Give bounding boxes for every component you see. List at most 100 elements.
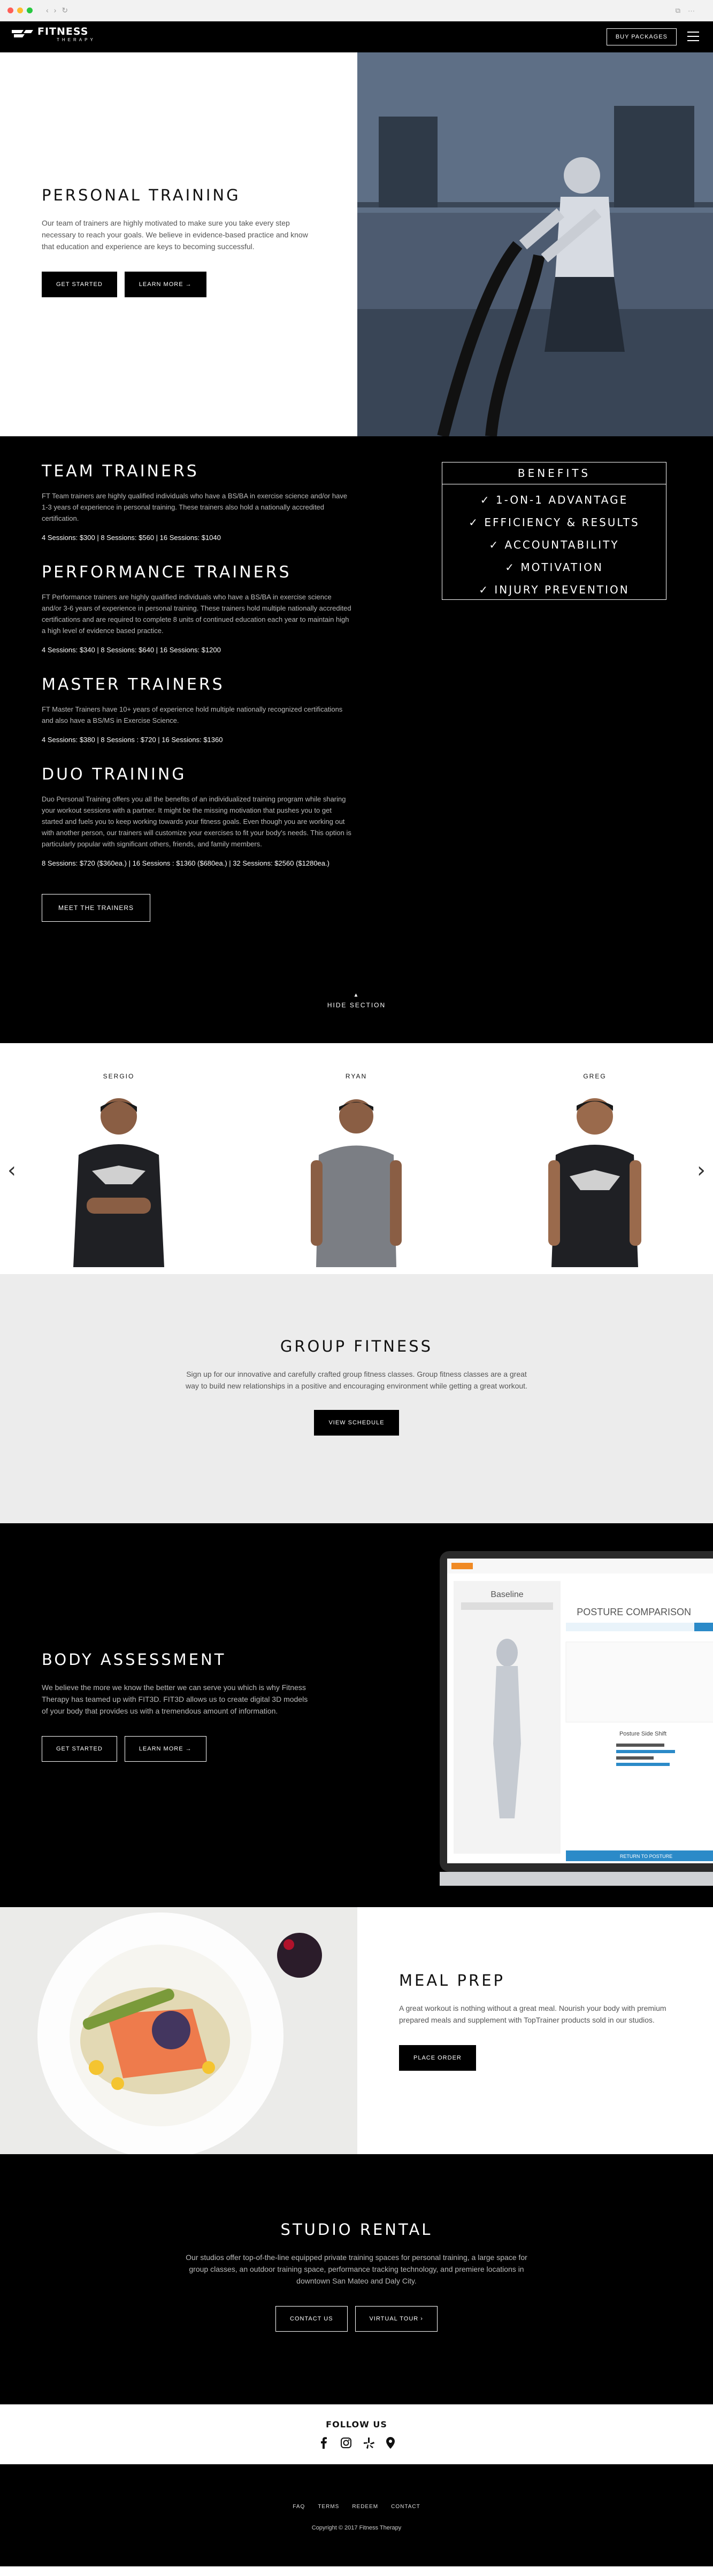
close-window-icon[interactable] <box>7 7 13 13</box>
team-carousel: ‹ › SERGIO RYAN GREG <box>0 1043 713 1274</box>
screen-posture-title: POSTURE COMPARISON <box>577 1607 691 1617</box>
instagram-icon[interactable] <box>340 2437 352 2452</box>
body-assessment-content: BODY ASSESSMENT We believe the more we k… <box>42 1651 309 1762</box>
yelp-icon[interactable] <box>363 2437 374 2452</box>
team-member-card[interactable]: SERGIO <box>65 1073 172 1267</box>
window-controls <box>7 7 33 13</box>
group-fitness-section: GROUP FITNESS Sign up for our innovative… <box>0 1274 713 1523</box>
logo-wings-icon <box>12 29 33 37</box>
body-assessment-text: We believe the more we know the better w… <box>42 1683 308 1715</box>
screen-side-shift-label: Posture Side Shift <box>619 1731 666 1737</box>
benefit-item: ✓ 1-ON-1 ADVANTAGE <box>480 493 628 506</box>
social-links <box>0 2437 713 2452</box>
browser-tools-icon[interactable]: ⧉⋯ <box>676 6 702 15</box>
master-trainers-text: FT Master Trainers have 10+ years of exp… <box>42 705 343 724</box>
buy-packages-button[interactable]: BUY PACKAGES <box>606 28 677 45</box>
hide-section-toggle[interactable]: ▲ HIDE SECTION <box>0 992 713 1009</box>
minimize-window-icon[interactable] <box>17 7 23 13</box>
get-started-button[interactable]: GET STARTED <box>42 272 117 297</box>
group-fitness-title: GROUP FITNESS <box>280 1337 433 1355</box>
team-member-name: SERGIO <box>103 1073 135 1080</box>
fit3d-screen-image: Baseline POSTURE COMPARISON Posture Side… <box>429 1551 713 1886</box>
place-order-button[interactable]: PLACE ORDER <box>399 2045 476 2071</box>
performance-trainers-text: FT Performance trainers are highly quali… <box>42 593 351 635</box>
learn-more-button[interactable]: LEARN MORE → <box>124 272 206 297</box>
chevron-up-icon: ▲ <box>353 992 360 998</box>
meal-prep-section: MEAL PREP A great workout is nothing wit… <box>0 1907 713 2154</box>
duo-training-block: DUO TRAINING Duo Personal Training offer… <box>42 765 352 867</box>
view-schedule-button[interactable]: VIEW SCHEDULE <box>314 1410 399 1436</box>
team-trainers-block: TEAM TRAINERS FT Team trainers are highl… <box>42 462 352 542</box>
meal-prep-title: MEAL PREP <box>399 1971 505 1989</box>
personal-training-actions: GET STARTED LEARN MORE → <box>42 272 316 297</box>
maximize-window-icon[interactable] <box>27 7 33 13</box>
trainers-section: TEAM TRAINERS FT Team trainers are highl… <box>0 436 713 1043</box>
body-assessment-title: BODY ASSESSMENT <box>42 1651 226 1669</box>
team-trainers-title: TEAM TRAINERS <box>42 462 199 481</box>
virtual-tour-button[interactable]: VIRTUAL TOUR › <box>355 2306 438 2332</box>
learn-more-button[interactable]: LEARN MORE → <box>124 1736 206 1762</box>
hide-section-label: HIDE SECTION <box>327 1001 386 1009</box>
follow-title: FOLLOW US <box>326 2419 387 2430</box>
personal-training-title: PERSONAL TRAINING <box>42 186 241 204</box>
master-trainers-price: 4 Sessions: $380 | 8 Sessions : $720 | 1… <box>42 736 223 744</box>
performance-trainers-block: PERFORMANCE TRAINERS FT Performance trai… <box>42 563 352 654</box>
footer-link-faq[interactable]: FAQ <box>293 2504 305 2510</box>
group-fitness-text: Sign up for our innovative and carefully… <box>186 1370 527 1390</box>
get-started-button[interactable]: GET STARTED <box>42 1736 117 1762</box>
site-logo[interactable]: FITNESS THERAPY <box>12 27 96 42</box>
benefit-item: ✓ EFFICIENCY & RESULTS <box>469 516 640 529</box>
salmon-plate-image <box>0 1907 357 2154</box>
footer-link-terms[interactable]: TERMS <box>318 2504 339 2510</box>
team-member-card[interactable]: RYAN <box>303 1073 410 1267</box>
screen-baseline-label: Baseline <box>490 1590 523 1599</box>
team-member-card[interactable]: GREG <box>541 1073 648 1267</box>
studio-rental-actions: CONTACT US VIRTUAL TOUR › <box>0 2306 713 2332</box>
body-assessment-section: BODY ASSESSMENT We believe the more we k… <box>0 1523 713 1907</box>
body-assessment-actions: GET STARTED LEARN MORE → <box>42 1736 309 1762</box>
benefit-item: ✓ MOTIVATION <box>505 561 603 574</box>
footer-link-contact[interactable]: CONTACT <box>391 2504 420 2510</box>
benefit-item: ✓ ACCOUNTABILITY <box>489 538 619 551</box>
personal-training-photo <box>357 52 713 436</box>
meal-prep-content: MEAL PREP A great workout is nothing wit… <box>357 1907 713 2154</box>
site-footer: FAQ TERMS REDEEM CONTACT Copyright © 201… <box>0 2464 713 2566</box>
duo-training-title: DUO TRAINING <box>42 765 187 784</box>
chevron-right-icon[interactable]: › <box>697 1158 706 1183</box>
master-trainers-title: MASTER TRAINERS <box>42 675 225 694</box>
follow-section: FOLLOW US <box>0 2404 713 2464</box>
footer-nav: FAQ TERMS REDEEM CONTACT <box>0 2504 713 2510</box>
screen-return-button: RETURN TO POSTURE <box>620 1854 672 1859</box>
trainer-photo <box>311 1099 402 1267</box>
laptop-mockup: Baseline POSTURE COMPARISON Posture Side… <box>429 1551 713 1893</box>
browser-chrome: ‹›↻ ⧉⋯ <box>0 0 713 21</box>
logo-title: FITNESS <box>37 26 89 37</box>
studio-rental-title: STUDIO RENTAL <box>280 2220 433 2239</box>
benefits-list: ✓ 1-ON-1 ADVANTAGE ✓ EFFICIENCY & RESULT… <box>442 484 666 601</box>
meal-prep-actions: PLACE ORDER <box>399 2045 713 2071</box>
duo-training-price: 8 Sessions: $720 ($360ea.) | 16 Sessions… <box>42 859 329 867</box>
studio-rental-text: Our studios offer top-of-the-line equipp… <box>186 2253 527 2285</box>
meal-prep-text: A great workout is nothing without a gre… <box>399 2004 666 2024</box>
performance-trainers-price: 4 Sessions: $340 | 8 Sessions: $640 | 16… <box>42 646 221 654</box>
team-member-name: GREG <box>583 1073 607 1080</box>
site-header: FITNESS THERAPY BUY PACKAGES <box>0 21 713 52</box>
map-pin-icon[interactable] <box>386 2437 395 2452</box>
browser-nav-arrows-icon[interactable]: ‹›↻ <box>46 6 73 15</box>
team-trainers-price: 4 Sessions: $300 | 8 Sessions: $560 | 16… <box>42 534 221 542</box>
personal-training-section: PERSONAL TRAINING Our team of trainers a… <box>0 52 713 436</box>
footer-link-redeem[interactable]: REDEEM <box>352 2504 378 2510</box>
performance-trainers-title: PERFORMANCE TRAINERS <box>42 563 292 582</box>
logo-subtitle: THERAPY <box>57 37 96 42</box>
facebook-icon[interactable] <box>319 2437 328 2452</box>
benefits-title: BENEFITS <box>442 462 666 484</box>
duo-training-text: Duo Personal Training offers you all the… <box>42 795 351 848</box>
battle-ropes-image <box>357 52 713 436</box>
contact-us-button[interactable]: CONTACT US <box>275 2306 348 2332</box>
chevron-left-icon[interactable]: ‹ <box>7 1158 16 1183</box>
meet-trainers-button[interactable]: MEET THE TRAINERS <box>42 894 151 922</box>
copyright-text: Copyright © 2017 Fitness Therapy <box>311 2525 402 2531</box>
menu-icon[interactable] <box>687 32 699 41</box>
personal-training-text: Our team of trainers are highly motivate… <box>42 219 308 251</box>
meal-photo <box>0 1907 357 2154</box>
